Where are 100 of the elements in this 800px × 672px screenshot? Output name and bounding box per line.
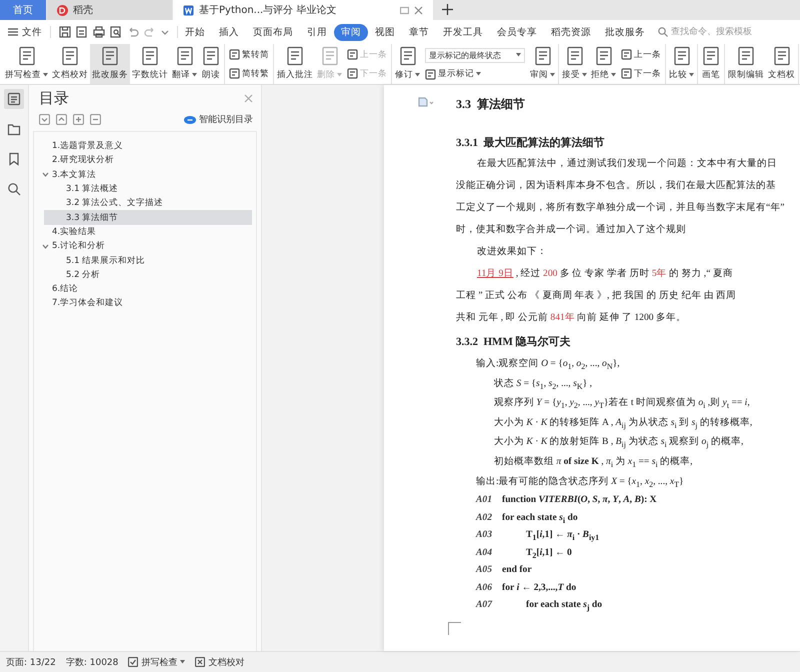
menu-tab[interactable]: 稻壳资源 bbox=[544, 24, 598, 40]
ribbon-button[interactable]: 限制编辑 bbox=[726, 44, 766, 84]
ribbon-button[interactable]: 审阅 bbox=[528, 44, 557, 84]
word-count: 字数: 10028 bbox=[66, 656, 118, 668]
outline-item[interactable]: 5.1 结果展示和对比 bbox=[44, 253, 252, 268]
chevron-down-icon[interactable] bbox=[42, 242, 49, 250]
menu-tab[interactable]: 开发工具 bbox=[436, 24, 490, 40]
bookmark-icon bbox=[7, 152, 21, 166]
outline-item[interactable]: 3.2 算法公式、文字描述 bbox=[44, 196, 252, 210]
menu-icon bbox=[8, 28, 18, 36]
menu-tab[interactable]: 插入 bbox=[212, 24, 246, 40]
menu-tab[interactable]: 章节 bbox=[402, 24, 436, 40]
file-menu-button[interactable]: 文件 bbox=[0, 26, 50, 38]
sidebar-button[interactable] bbox=[4, 89, 24, 109]
proofread-button[interactable]: 文档校对 bbox=[195, 656, 244, 668]
paragraph-line: 在最大匹配算法中，通过测试我们发现一个问题：文本中有大量的日 bbox=[476, 157, 778, 171]
ribbon-button[interactable]: 翻译 bbox=[170, 44, 199, 84]
ribbon-button[interactable]: 拼写检查 bbox=[3, 44, 50, 84]
undo-icon[interactable] bbox=[127, 26, 139, 38]
paragraph-line: 没能正确分词，因为语料库本身不包含。所以，我们在最大匹配算法的基 bbox=[456, 179, 777, 193]
outline-item[interactable]: 6.结论 bbox=[44, 282, 252, 296]
document-icon bbox=[347, 49, 358, 60]
document-icon bbox=[140, 46, 160, 66]
caret-icon bbox=[611, 73, 616, 77]
outline-item[interactable]: 1.选题背景及意义 bbox=[44, 139, 252, 154]
ribbon-button[interactable]: 下一条 bbox=[621, 68, 661, 80]
collapse-all-icon[interactable] bbox=[56, 114, 67, 125]
ribbon-button[interactable]: 比较 bbox=[667, 44, 696, 84]
paragraph-menu-icon[interactable] bbox=[418, 97, 434, 107]
ribbon-button[interactable]: 批改服务 bbox=[90, 44, 130, 84]
ribbon-button[interactable]: 繁转简 bbox=[229, 48, 269, 60]
pseudocode-line: end for bbox=[502, 563, 532, 578]
formula-line: 观察序列 Y = {y$_{1}$, y$_{2}$, ..., y$_{T}$}若在 t 时间观察值为 o$_{i}$ ,则 y$_{t}$ == i, bbox=[493, 396, 751, 412]
panel-title: 目录 bbox=[39, 89, 69, 108]
outline-item[interactable]: 5.讨论和分析 bbox=[44, 239, 252, 254]
menu-tab[interactable]: 会员专享 bbox=[490, 24, 544, 40]
menu-tab[interactable]: 视图 bbox=[368, 24, 402, 40]
ribbon-button[interactable]: 文档权 bbox=[766, 44, 797, 84]
caret-icon bbox=[43, 73, 48, 77]
outline-icon bbox=[7, 92, 21, 106]
menu-tab[interactable]: 页面布局 bbox=[246, 24, 300, 40]
outline-item[interactable]: 2.研究现状分析 bbox=[44, 153, 252, 168]
ribbon-button[interactable]: 接受 bbox=[560, 44, 589, 84]
line-label: A07 bbox=[476, 598, 494, 612]
plus-icon[interactable] bbox=[73, 114, 84, 125]
menu-tab[interactable]: 开始 bbox=[178, 24, 212, 40]
ribbon-button[interactable]: 简转繁 bbox=[229, 68, 269, 80]
save-icon[interactable] bbox=[59, 26, 71, 38]
smart-toc-button[interactable]: 智能识别目录 bbox=[184, 113, 253, 126]
ribbon-button[interactable]: 文档校对 bbox=[50, 44, 90, 84]
document-icon bbox=[229, 68, 240, 79]
outline-item[interactable]: 5.2 分析 bbox=[44, 268, 252, 282]
paragraph-line: 工定义了一个规则，将所有数字单独分成一个词，并且每当数字末尾有“年” bbox=[456, 201, 786, 215]
document-icon bbox=[701, 46, 721, 66]
ribbon-button[interactable]: 朗读 bbox=[199, 44, 223, 84]
ribbon-button[interactable]: 画笔 bbox=[699, 44, 723, 84]
close-icon[interactable] bbox=[244, 94, 253, 103]
caret-icon bbox=[516, 53, 521, 58]
pseudocode-line: T$_{1}$[i,1] ← π$_{i}$ · B$_{iy1}$ bbox=[526, 528, 600, 544]
outline-item[interactable]: 3.本文算法 bbox=[44, 168, 252, 182]
document-icon bbox=[564, 46, 584, 66]
ribbon-button[interactable]: 显示标记 bbox=[425, 68, 525, 80]
document-icon bbox=[229, 49, 240, 60]
export-icon[interactable] bbox=[76, 26, 88, 38]
ribbon-button[interactable]: 修订 bbox=[393, 44, 422, 84]
document-tab[interactable]: 首页 bbox=[0, 0, 46, 20]
add-tab-icon[interactable] bbox=[442, 4, 453, 15]
document-icon bbox=[425, 68, 436, 80]
expand-all-icon[interactable] bbox=[39, 114, 50, 125]
outline-item[interactable]: 3.1 算法概述 bbox=[44, 182, 252, 196]
menu-tab[interactable]: 批改服务 bbox=[598, 24, 652, 40]
menu-tab[interactable]: 引用 bbox=[300, 24, 334, 40]
window-icon[interactable] bbox=[400, 6, 409, 14]
outline-item[interactable]: 7.学习体会和建议 bbox=[44, 296, 252, 311]
formula-line: 大小为 K · K 的放射矩阵 B , B$_{ij}$ 为状态 s$_{i}$ 观察到 o$_{j}$ 的概率, bbox=[493, 435, 744, 452]
ribbon-button[interactable]: 上一条 bbox=[621, 48, 661, 60]
outline-item[interactable]: 4.实验结果 bbox=[44, 224, 252, 240]
caret-icon bbox=[689, 73, 694, 77]
ribbon-button[interactable]: 拒绝 bbox=[589, 44, 618, 84]
outline-item[interactable]: 3.3 算法细节 bbox=[44, 210, 252, 225]
caret-icon bbox=[180, 660, 186, 664]
paragraph-line: 改进效果如下： bbox=[476, 245, 548, 259]
pseudocode-line: function VITERBI(O, S, π, Y, A, B): X bbox=[502, 493, 657, 508]
chevron-down-icon[interactable] bbox=[42, 171, 49, 178]
minus-icon[interactable] bbox=[90, 114, 101, 125]
print-preview-icon[interactable] bbox=[110, 26, 122, 38]
markup-select[interactable]: 显示标记的最终状态 bbox=[425, 48, 525, 63]
menu-tab[interactable]: 审阅 bbox=[334, 24, 368, 40]
document-tab[interactable]: 基于Python...与评分 毕业论文 bbox=[173, 0, 433, 20]
document-icon bbox=[736, 46, 756, 66]
ribbon-button[interactable]: 插入批注 bbox=[275, 44, 315, 84]
close-icon[interactable] bbox=[414, 6, 423, 14]
document-icon bbox=[532, 46, 552, 66]
ribbon-button[interactable]: 字数统计 bbox=[130, 44, 170, 84]
spell-check-button[interactable]: 拼写检查 bbox=[128, 656, 186, 668]
section-heading: 3.3 算法细节 bbox=[456, 96, 526, 113]
document-icon bbox=[174, 46, 194, 66]
caret-icon bbox=[337, 73, 342, 77]
print-icon[interactable] bbox=[93, 26, 105, 38]
document-tab[interactable]: 稻壳 bbox=[47, 0, 172, 20]
